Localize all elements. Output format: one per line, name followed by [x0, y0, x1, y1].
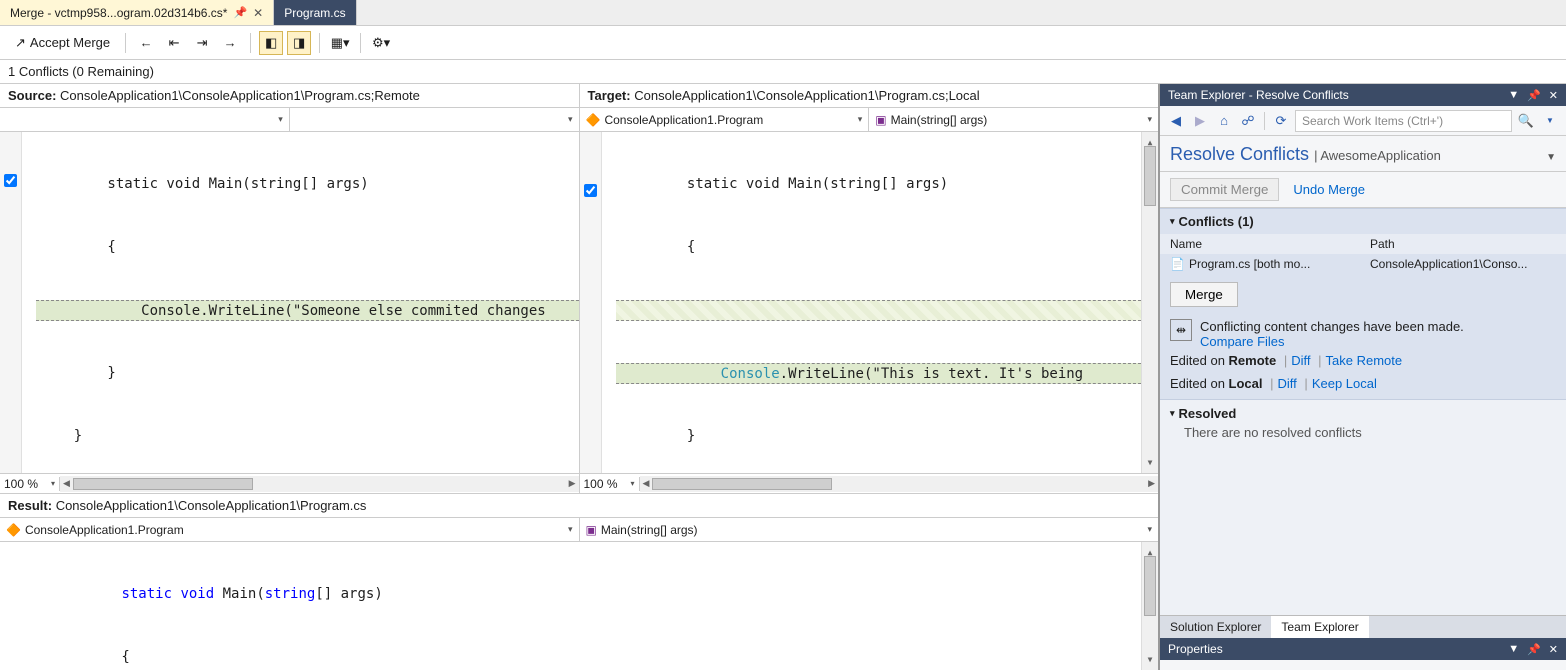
- conflicts-section-header[interactable]: Conflicts (1): [1160, 209, 1566, 234]
- resolved-section-header[interactable]: Resolved: [1170, 406, 1556, 421]
- merge-button[interactable]: Merge: [1170, 282, 1238, 307]
- tab-label: Program.cs: [284, 6, 345, 20]
- accept-merge-label: Accept Merge: [30, 35, 110, 50]
- result-class-dropdown[interactable]: 🔶ConsoleApplication1.Program: [0, 518, 580, 541]
- properties-body: [1160, 660, 1566, 670]
- target-header: Target: ConsoleApplication1\ConsoleAppli…: [580, 84, 1159, 108]
- document-tab-bar: Merge - vctmp958...ogram.02d314b6.cs* 📌 …: [0, 0, 1566, 26]
- accept-merge-icon: ↗: [15, 35, 26, 51]
- separator: [360, 33, 361, 53]
- search-icon[interactable]: 🔍: [1516, 111, 1536, 131]
- source-member-dropdown[interactable]: [290, 108, 579, 131]
- result-header: Result: ConsoleApplication1\ConsoleAppli…: [0, 493, 1158, 518]
- target-member-dropdown[interactable]: ▣Main(string[] args): [869, 108, 1158, 131]
- conflicts-summary: 1 Conflicts (0 Remaining): [0, 60, 1566, 84]
- team-explorer-panel: Team Explorer - Resolve Conflicts ▼ 📌 ✕ …: [1158, 84, 1566, 670]
- sidebar-tabs: Solution Explorer Team Explorer: [1160, 615, 1566, 638]
- pin-icon[interactable]: 📌: [1527, 643, 1541, 656]
- take-remote-link[interactable]: Take Remote: [1326, 353, 1403, 368]
- panel-toolbar: ◀ ▶ ⌂ ☍ ⟳ Search Work Items (Ctrl+') 🔍 ▼: [1160, 106, 1566, 136]
- target-code-area[interactable]: static void Main(string[] args) { Consol…: [580, 132, 1159, 473]
- tab-solution-explorer[interactable]: Solution Explorer: [1160, 616, 1271, 638]
- back-icon[interactable]: ◀: [1166, 111, 1186, 131]
- source-code-area[interactable]: static void Main(string[] args) { Consol…: [0, 132, 579, 473]
- pin-icon[interactable]: 📌: [233, 6, 247, 19]
- source-header: Source: ConsoleApplication1\ConsoleAppli…: [0, 84, 579, 108]
- commit-merge-button: Commit Merge: [1170, 178, 1279, 201]
- result-member-dropdown[interactable]: ▣Main(string[] args): [580, 518, 1159, 541]
- outline-gutter: [602, 132, 616, 473]
- diff-local-link[interactable]: Diff: [1278, 376, 1297, 391]
- layout-right-icon[interactable]: ◨: [287, 31, 311, 55]
- target-h-scrollbar[interactable]: [640, 476, 1159, 492]
- tab-team-explorer[interactable]: Team Explorer: [1271, 616, 1368, 638]
- search-dropdown-icon[interactable]: ▼: [1540, 111, 1560, 131]
- grid-icon[interactable]: ▦▾: [328, 31, 352, 55]
- pin-icon[interactable]: 📌: [1527, 89, 1541, 102]
- dropdown-icon[interactable]: ▼: [1508, 643, 1519, 656]
- nav-next-icon[interactable]: ⇥: [190, 31, 214, 55]
- properties-title-bar: Properties ▼ 📌 ✕: [1160, 638, 1566, 660]
- heading-dropdown-icon[interactable]: ▼: [1546, 152, 1556, 163]
- separator: [125, 33, 126, 53]
- close-icon[interactable]: ✕: [1549, 643, 1558, 656]
- separator: [319, 33, 320, 53]
- target-zoom-dropdown[interactable]: 100 %: [580, 477, 640, 491]
- result-v-scrollbar[interactable]: [1141, 542, 1158, 670]
- properties-title: Properties: [1168, 642, 1223, 656]
- settings-icon[interactable]: ⚙▾: [369, 31, 393, 55]
- outline-gutter: [0, 542, 50, 670]
- target-class-dropdown[interactable]: 🔶ConsoleApplication1.Program: [580, 108, 870, 131]
- nav-first-icon[interactable]: ←: [134, 31, 158, 55]
- panel-title: Team Explorer - Resolve Conflicts: [1168, 88, 1349, 102]
- target-pane: Target: ConsoleApplication1\ConsoleAppli…: [580, 84, 1159, 493]
- diff-remote-link[interactable]: Diff: [1291, 353, 1310, 368]
- result-code-area[interactable]: static void Main(string[] args) { Consol…: [0, 542, 1158, 670]
- panel-title-bar: Team Explorer - Resolve Conflicts ▼ 📌 ✕: [1160, 84, 1566, 106]
- merge-toolbar: ↗ Accept Merge ← ⇤ ⇥ → ◧ ◨ ▦▾ ⚙▾: [0, 26, 1566, 60]
- conflict-message: Conflicting content changes have been ma…: [1200, 319, 1464, 334]
- class-icon: 🔶: [6, 523, 21, 537]
- search-input[interactable]: Search Work Items (Ctrl+'): [1295, 110, 1512, 132]
- source-take-checkbox[interactable]: [4, 174, 17, 187]
- nav-last-icon[interactable]: →: [218, 31, 242, 55]
- source-class-dropdown[interactable]: [0, 108, 290, 131]
- close-icon[interactable]: ✕: [1549, 89, 1558, 102]
- source-zoom-dropdown[interactable]: 100 %: [0, 477, 60, 491]
- separator: [250, 33, 251, 53]
- method-icon: ▣: [586, 523, 597, 537]
- forward-icon[interactable]: ▶: [1190, 111, 1210, 131]
- home-icon[interactable]: ⌂: [1214, 111, 1234, 131]
- layout-left-icon[interactable]: ◧: [259, 31, 283, 55]
- dropdown-icon[interactable]: ▼: [1508, 89, 1519, 102]
- tab-merge-file[interactable]: Merge - vctmp958...ogram.02d314b6.cs* 📌 …: [0, 0, 274, 25]
- conflict-icon: ⇹: [1170, 319, 1192, 341]
- class-icon: 🔶: [586, 113, 601, 127]
- source-pane: Source: ConsoleApplication1\ConsoleAppli…: [0, 84, 580, 493]
- file-icon: 📄: [1170, 257, 1185, 271]
- tab-label: Merge - vctmp958...ogram.02d314b6.cs*: [10, 6, 227, 20]
- keep-local-link[interactable]: Keep Local: [1312, 376, 1377, 391]
- conflicts-table-header: NamePath: [1160, 234, 1566, 254]
- target-v-scrollbar[interactable]: [1141, 132, 1158, 473]
- close-icon[interactable]: ✕: [253, 6, 263, 20]
- target-take-checkbox[interactable]: [584, 184, 597, 197]
- outline-gutter: [22, 132, 36, 473]
- resolved-message: There are no resolved conflicts: [1170, 421, 1556, 444]
- refresh-icon[interactable]: ⟳: [1271, 111, 1291, 131]
- compare-files-link[interactable]: Compare Files: [1200, 334, 1285, 349]
- undo-merge-link[interactable]: Undo Merge: [1293, 182, 1365, 197]
- tab-program-cs[interactable]: Program.cs: [274, 0, 356, 25]
- source-h-scrollbar[interactable]: [60, 476, 579, 492]
- conflict-row[interactable]: 📄Program.cs [both mo... ConsoleApplicati…: [1160, 254, 1566, 274]
- accept-merge-button[interactable]: ↗ Accept Merge: [8, 31, 117, 55]
- page-heading: Resolve Conflicts | AwesomeApplication ▼: [1160, 136, 1566, 172]
- nav-prev-icon[interactable]: ⇤: [162, 31, 186, 55]
- method-icon: ▣: [875, 113, 886, 127]
- connect-icon[interactable]: ☍: [1238, 111, 1258, 131]
